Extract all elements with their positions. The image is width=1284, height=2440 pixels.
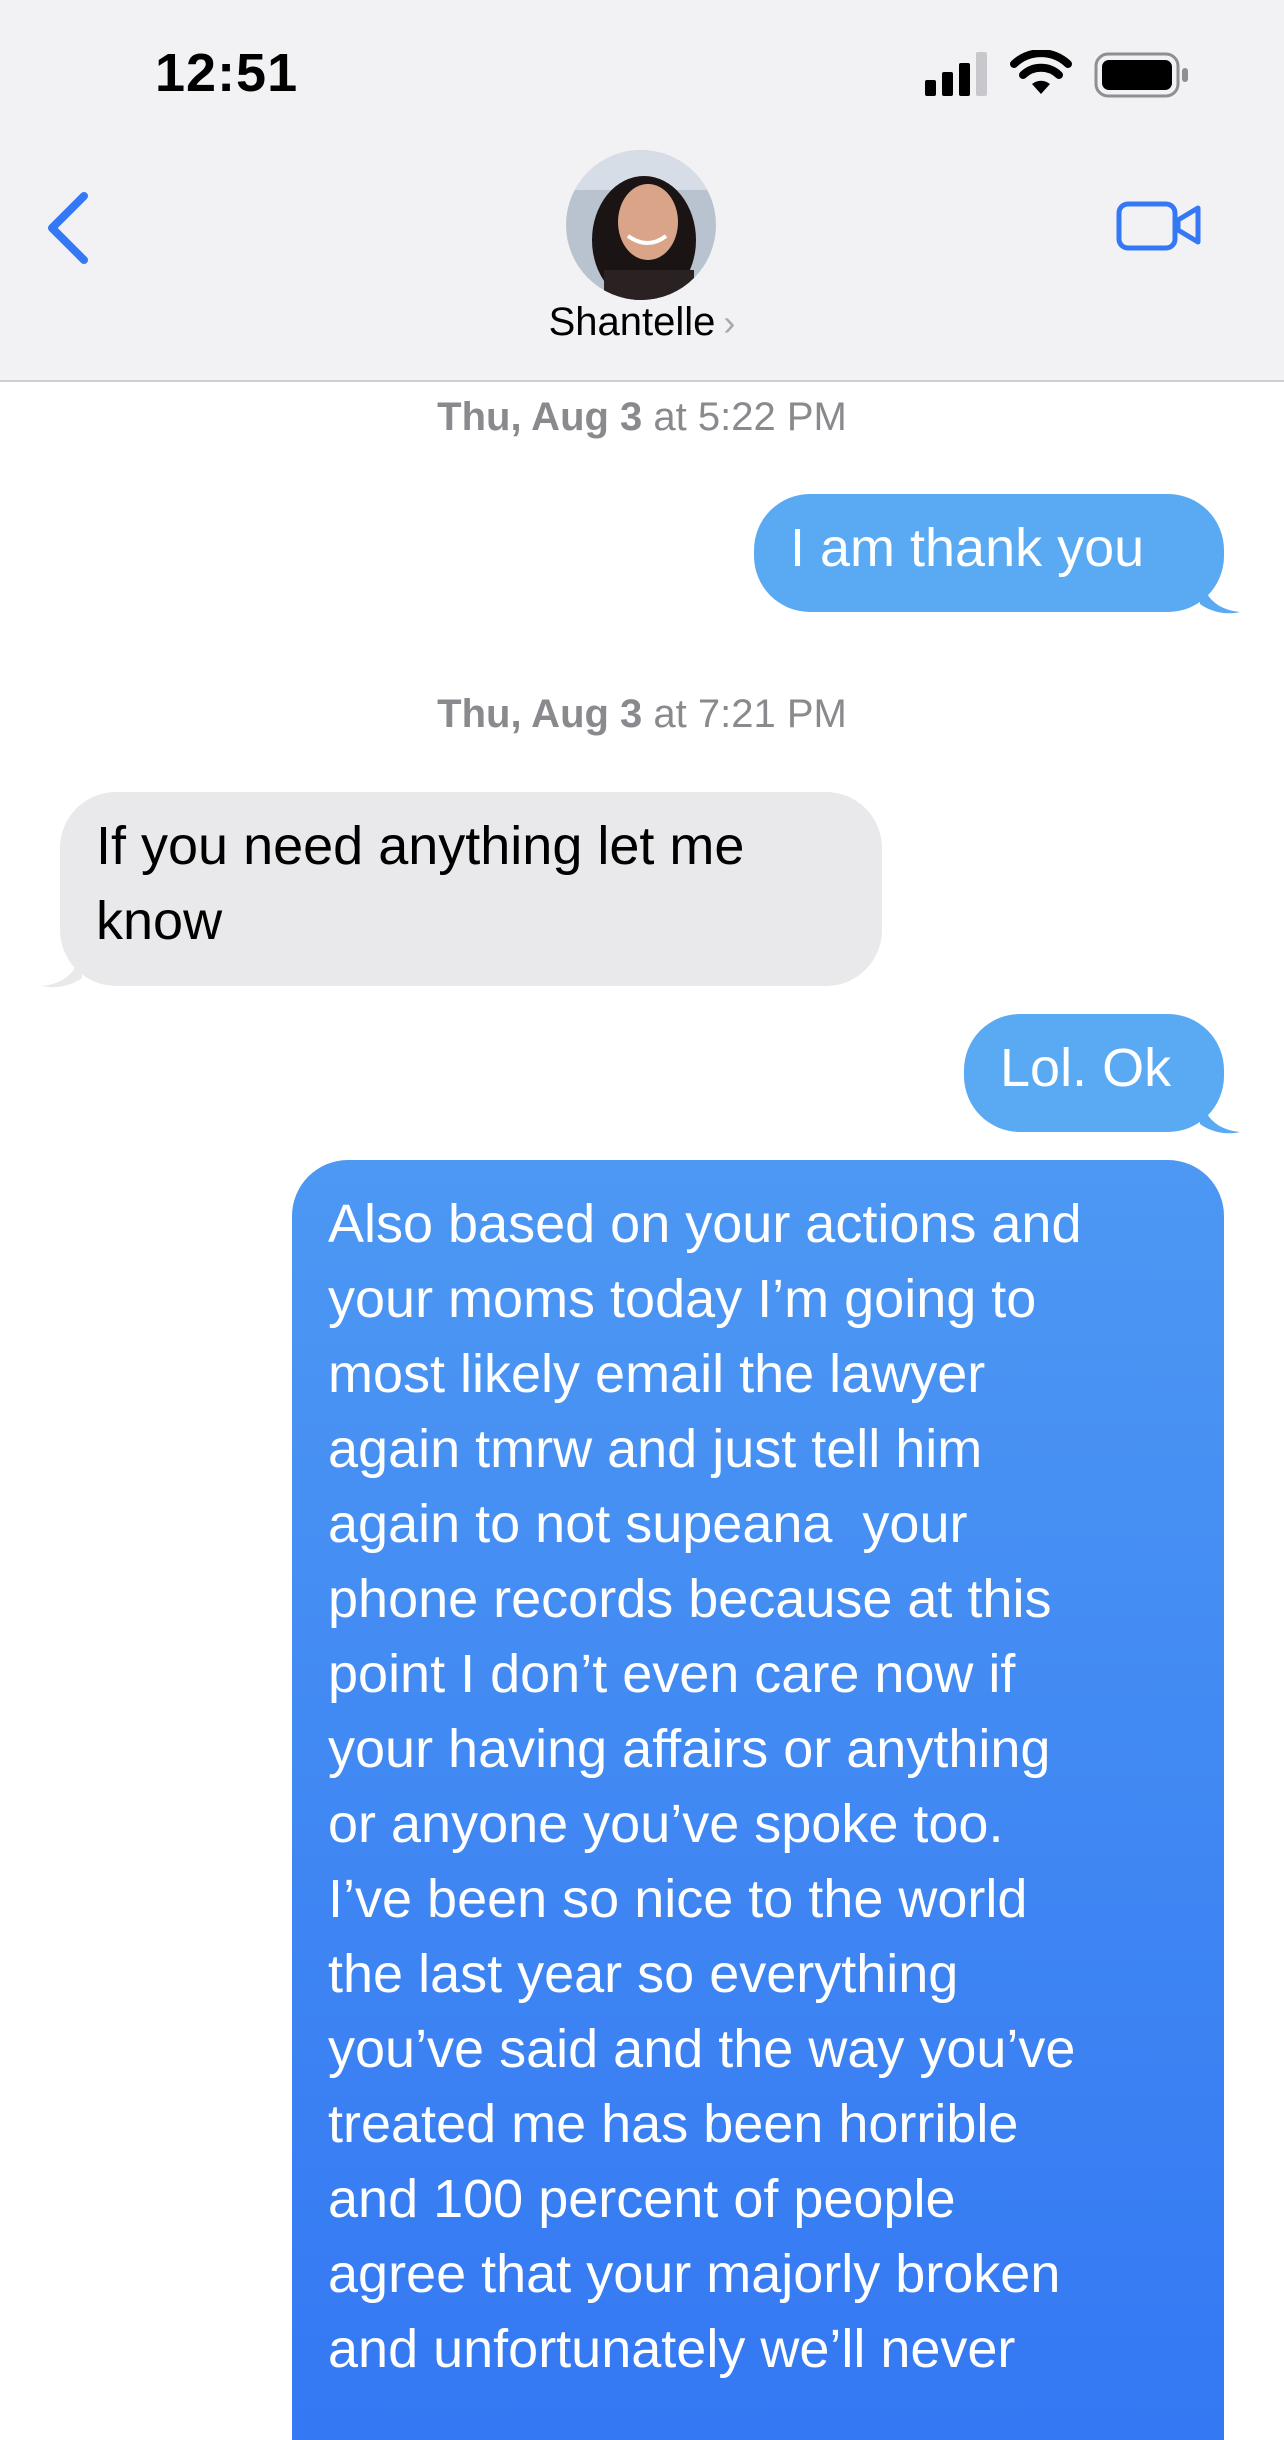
cellular-signal-icon [925,52,987,96]
message-line: or anyone you’ve spoke too. [328,1794,1004,1854]
message-line: treated me has been horrible [328,2094,1019,2154]
video-camera-icon[interactable] [1116,196,1202,254]
message-line: and unfortunately we’ll never [328,2319,1016,2379]
message-line: and 100 percent of people [328,2169,956,2229]
timestamp-day: Thu, Aug 3 [437,692,643,736]
message-line: know [96,891,223,951]
avatar-photo [566,150,716,300]
message-line: agree that your majorly broken [328,2244,1061,2304]
message-line: again tmrw and just tell him [328,1419,983,1479]
message-line: I’ve been so nice to the world [328,1869,1028,1929]
message-line: your having affairs or anything [328,1719,1051,1779]
message-bubble-outgoing[interactable]: Lol. Ok [964,1014,1224,1132]
message-line: If you need anything let me [96,816,745,876]
message-line: Also based on your actions and [328,1194,1082,1254]
message-line: phone records because at this [328,1569,1052,1629]
message-line: most likely email the lawyer [328,1344,986,1404]
contact-name: Shantelle [548,300,716,344]
timestamp: Thu, Aug 3 at 7:21 PM [0,692,1284,737]
message-text: I am thank you [790,518,1145,578]
battery-icon [1094,52,1188,98]
message-line: your moms today I’m going to [328,1269,1037,1329]
avatar[interactable] [566,150,716,300]
message-line: the last year so everything [328,1944,959,2004]
message-line: point I don’t even care now if [328,1644,1016,1704]
back-chevron-icon[interactable] [40,188,100,268]
message-bubble-outgoing-long[interactable]: Also based on your actions and your moms… [292,1160,1224,2440]
chevron-right-icon: › [723,302,736,343]
conversation-header: 12:51 Shantelle › [0,0,1284,382]
message-bubble-incoming[interactable]: If you need anything let me know [60,792,882,986]
bubble-tail [42,948,82,988]
status-time: 12:51 [155,43,299,103]
bubble-tail [1200,574,1240,614]
wifi-icon [1010,50,1072,94]
message-text: Lol. Ok [1000,1038,1172,1098]
timestamp: Thu, Aug 3 at 5:22 PM [0,395,1284,440]
message-line: you’ve said and the way you’ve [328,2019,1076,2079]
timestamp-time: at 7:21 PM [653,692,847,736]
message-bubble-outgoing[interactable]: I am thank you [754,494,1224,612]
bubble-tail [1200,1094,1240,1134]
contact-name-button[interactable]: Shantelle › [0,300,1284,345]
message-line: again to not supeana your [328,1494,968,1554]
timestamp-day: Thu, Aug 3 [437,395,643,439]
timestamp-time: at 5:22 PM [653,395,847,439]
